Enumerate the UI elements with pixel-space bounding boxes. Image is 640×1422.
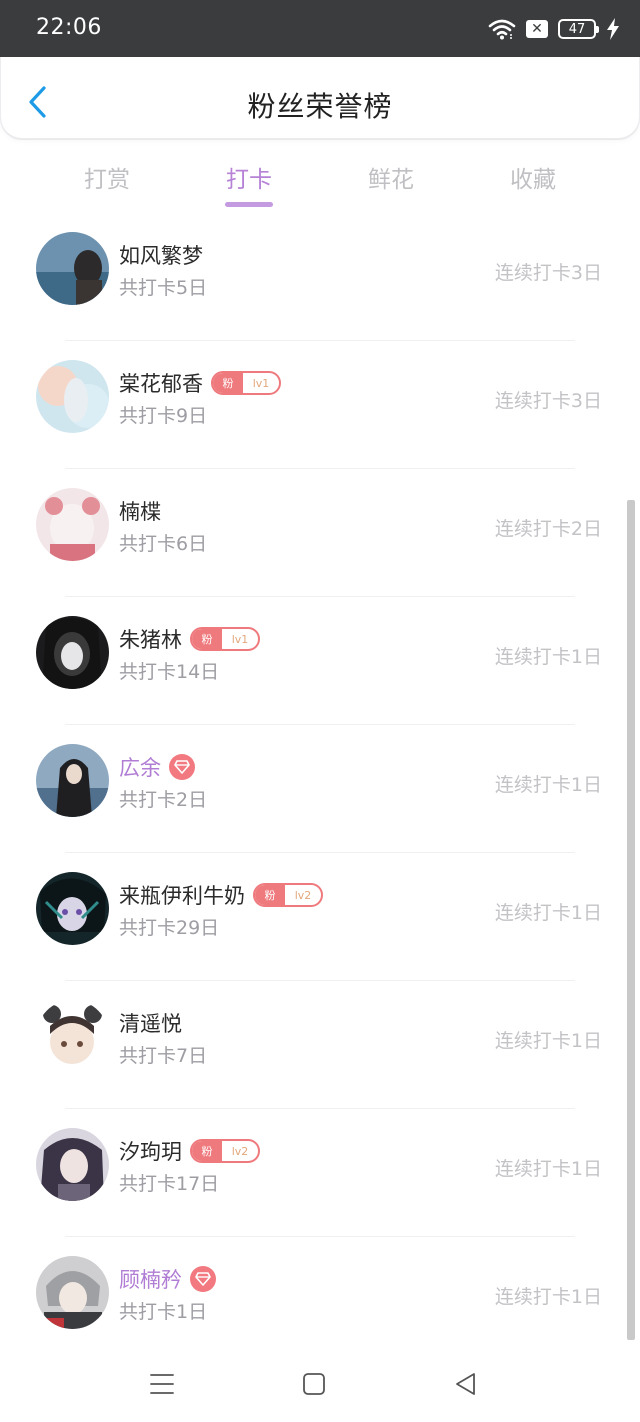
- avatar[interactable]: [36, 872, 109, 945]
- fan-level-badge: 粉 lv2: [190, 1139, 260, 1163]
- fan-name: 清遥悦: [119, 1012, 182, 1036]
- streak-days: 连续打卡1日: [494, 902, 602, 924]
- streak-days: 连续打卡3日: [494, 262, 602, 284]
- divider: [65, 1108, 575, 1109]
- total-checkins: 共打卡5日: [119, 277, 208, 299]
- streak-days: 连续打卡1日: [494, 774, 602, 796]
- total-checkins: 共打卡9日: [119, 405, 208, 427]
- status-icons: ✕ 47: [488, 16, 620, 42]
- avatar[interactable]: [36, 360, 109, 433]
- avatar[interactable]: [36, 616, 109, 689]
- total-checkins: 共打卡17日: [119, 1173, 220, 1195]
- divider: [65, 596, 575, 597]
- home-button[interactable]: [294, 1369, 334, 1399]
- avatar[interactable]: [36, 744, 109, 817]
- fan-level-badge: 粉 lv1: [190, 627, 260, 651]
- menu-icon: [150, 1374, 174, 1394]
- charging-icon: [607, 18, 619, 40]
- page-title: 粉丝荣誉榜: [247, 90, 393, 123]
- fan-name: 広余: [119, 756, 161, 780]
- divider: [65, 724, 575, 725]
- battery-icon: 47: [558, 19, 599, 39]
- header: 粉丝荣誉榜: [0, 57, 640, 139]
- list-item[interactable]: 如风繁梦 共打卡5日 连续打卡3日: [0, 228, 640, 356]
- no-sim-icon: ✕: [526, 20, 548, 38]
- back-nav-button[interactable]: [446, 1369, 486, 1399]
- tab-flowers[interactable]: 鲜花: [331, 160, 451, 194]
- battery-level: 47: [568, 21, 586, 37]
- avatar[interactable]: [36, 488, 109, 561]
- list-item[interactable]: 汐玽玥 粉 lv2 共打卡17日 连续打卡1日: [0, 1124, 640, 1252]
- fan-name: 来瓶伊利牛奶: [119, 884, 245, 908]
- wifi-icon: [488, 19, 516, 40]
- fan-name: 如风繁梦: [119, 244, 203, 268]
- fan-name: 汐玽玥: [119, 1140, 182, 1164]
- total-checkins: 共打卡1日: [119, 1301, 208, 1323]
- tab-favorites[interactable]: 收藏: [473, 160, 593, 194]
- tab-tip[interactable]: 打赏: [47, 160, 167, 194]
- avatar[interactable]: [36, 1128, 109, 1201]
- fan-name: 棠花郁香: [119, 372, 203, 396]
- divider: [65, 852, 575, 853]
- list-item[interactable]: 朱猪林 粉 lv1 共打卡14日 连续打卡1日: [0, 612, 640, 740]
- divider: [65, 340, 575, 341]
- fan-level-badge: 粉 lv1: [211, 371, 281, 395]
- status-bar: 22:06 ✕ 47: [0, 0, 640, 57]
- streak-days: 连续打卡1日: [494, 1286, 602, 1308]
- fan-name: 楠楪: [119, 500, 161, 524]
- active-tab-indicator: [225, 202, 273, 207]
- list-item[interactable]: 棠花郁香 粉 lv1 共打卡9日 连续打卡3日: [0, 356, 640, 484]
- streak-days: 连续打卡1日: [494, 1158, 602, 1180]
- divider: [65, 468, 575, 469]
- total-checkins: 共打卡7日: [119, 1045, 208, 1067]
- streak-days: 连续打卡1日: [494, 646, 602, 668]
- avatar[interactable]: [36, 1000, 109, 1073]
- tab-bar: 打赏 打卡 鲜花 收藏: [0, 152, 640, 212]
- streak-days: 连续打卡2日: [494, 518, 602, 540]
- total-checkins: 共打卡6日: [119, 533, 208, 555]
- streak-days: 连续打卡3日: [494, 390, 602, 412]
- square-home-icon: [303, 1373, 325, 1395]
- list-item[interactable]: 広余 共打卡2日 连续打卡1日: [0, 740, 640, 868]
- triangle-back-icon: [456, 1373, 475, 1395]
- scrollbar[interactable]: [627, 500, 635, 1340]
- avatar[interactable]: [36, 1256, 109, 1329]
- diamond-badge-icon: [169, 754, 195, 780]
- menu-button[interactable]: [142, 1369, 182, 1399]
- list-item[interactable]: 清遥悦 共打卡7日 连续打卡1日: [0, 996, 640, 1124]
- tab-checkin[interactable]: 打卡: [189, 160, 309, 194]
- fan-level-badge: 粉 lv2: [253, 883, 323, 907]
- total-checkins: 共打卡14日: [119, 661, 220, 683]
- streak-days: 连续打卡1日: [494, 1030, 602, 1052]
- avatar[interactable]: [36, 232, 109, 305]
- fan-list: 如风繁梦 共打卡5日 连续打卡3日 棠花郁香 粉 lv1 共打卡9日 连续打卡3…: [0, 228, 640, 1380]
- list-item[interactable]: 楠楪 共打卡6日 连续打卡2日: [0, 484, 640, 612]
- diamond-badge-icon: [190, 1266, 216, 1292]
- system-nav-bar: [0, 1345, 640, 1422]
- divider: [65, 980, 575, 981]
- divider: [65, 1236, 575, 1237]
- fan-name: 朱猪林: [119, 628, 182, 652]
- list-item[interactable]: 来瓶伊利牛奶 粉 lv2 共打卡29日 连续打卡1日: [0, 868, 640, 996]
- total-checkins: 共打卡29日: [119, 917, 220, 939]
- fan-name: 顾楠矜: [119, 1268, 182, 1292]
- status-time: 22:06: [36, 15, 102, 40]
- total-checkins: 共打卡2日: [119, 789, 208, 811]
